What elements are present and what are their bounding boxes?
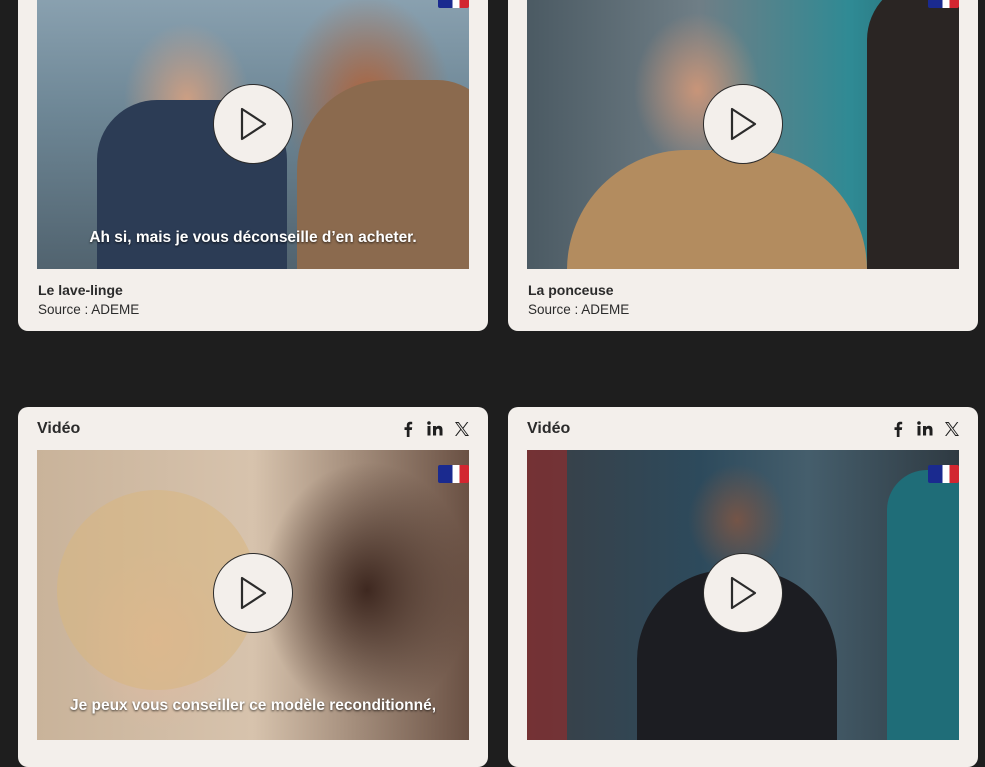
video-caption: Ah si, mais je vous déconseille d’en ach… (89, 229, 417, 246)
video-title: Le lave-linge (38, 282, 123, 298)
government-flag-icon (928, 465, 959, 483)
video-caption: Je peux vous conseiller ce modèle recond… (69, 697, 437, 714)
play-icon (730, 107, 757, 141)
play-button[interactable] (703, 553, 783, 633)
play-button[interactable] (703, 84, 783, 164)
play-button[interactable] (213, 84, 293, 164)
video-card-reconditionne: Vidéo Je peux vous conseiller ce modèle … (18, 407, 488, 767)
video-thumbnail[interactable]: Je peux vous conseiller ce modèle recond… (37, 450, 469, 740)
government-flag-icon (438, 0, 469, 8)
video-card-ponceuse: La ponceuse Source : ADEME (508, 0, 978, 331)
card-header: Vidéo (18, 407, 488, 450)
video-card-vetements: Vidéo (508, 407, 978, 767)
card-type-label: Vidéo (527, 419, 571, 437)
linkedin-icon[interactable] (916, 420, 934, 438)
share-links (399, 420, 471, 438)
government-flag-icon (928, 0, 959, 8)
video-meta: La ponceuse Source : ADEME (528, 282, 629, 317)
play-icon (240, 576, 267, 610)
video-title: La ponceuse (528, 282, 614, 298)
linkedin-icon[interactable] (426, 420, 444, 438)
government-flag-icon (438, 465, 469, 483)
play-icon (730, 576, 757, 610)
card-header: Vidéo (508, 407, 978, 450)
video-source: Source : ADEME (38, 302, 140, 317)
video-card-lave-linge: Ah si, mais je vous déconseille d’en ach… (18, 0, 488, 331)
video-thumbnail[interactable] (527, 0, 959, 269)
video-thumbnail[interactable]: Ah si, mais je vous déconseille d’en ach… (37, 0, 469, 269)
play-button[interactable] (213, 553, 293, 633)
x-icon[interactable] (943, 420, 961, 438)
facebook-icon[interactable] (399, 420, 417, 438)
video-thumbnail[interactable] (527, 450, 959, 740)
facebook-icon[interactable] (889, 420, 907, 438)
share-links (889, 420, 961, 438)
x-icon[interactable] (453, 420, 471, 438)
video-meta: Le lave-linge Source : ADEME (38, 282, 139, 317)
play-icon (240, 107, 267, 141)
video-source: Source : ADEME (528, 302, 630, 317)
card-type-label: Vidéo (37, 419, 81, 437)
